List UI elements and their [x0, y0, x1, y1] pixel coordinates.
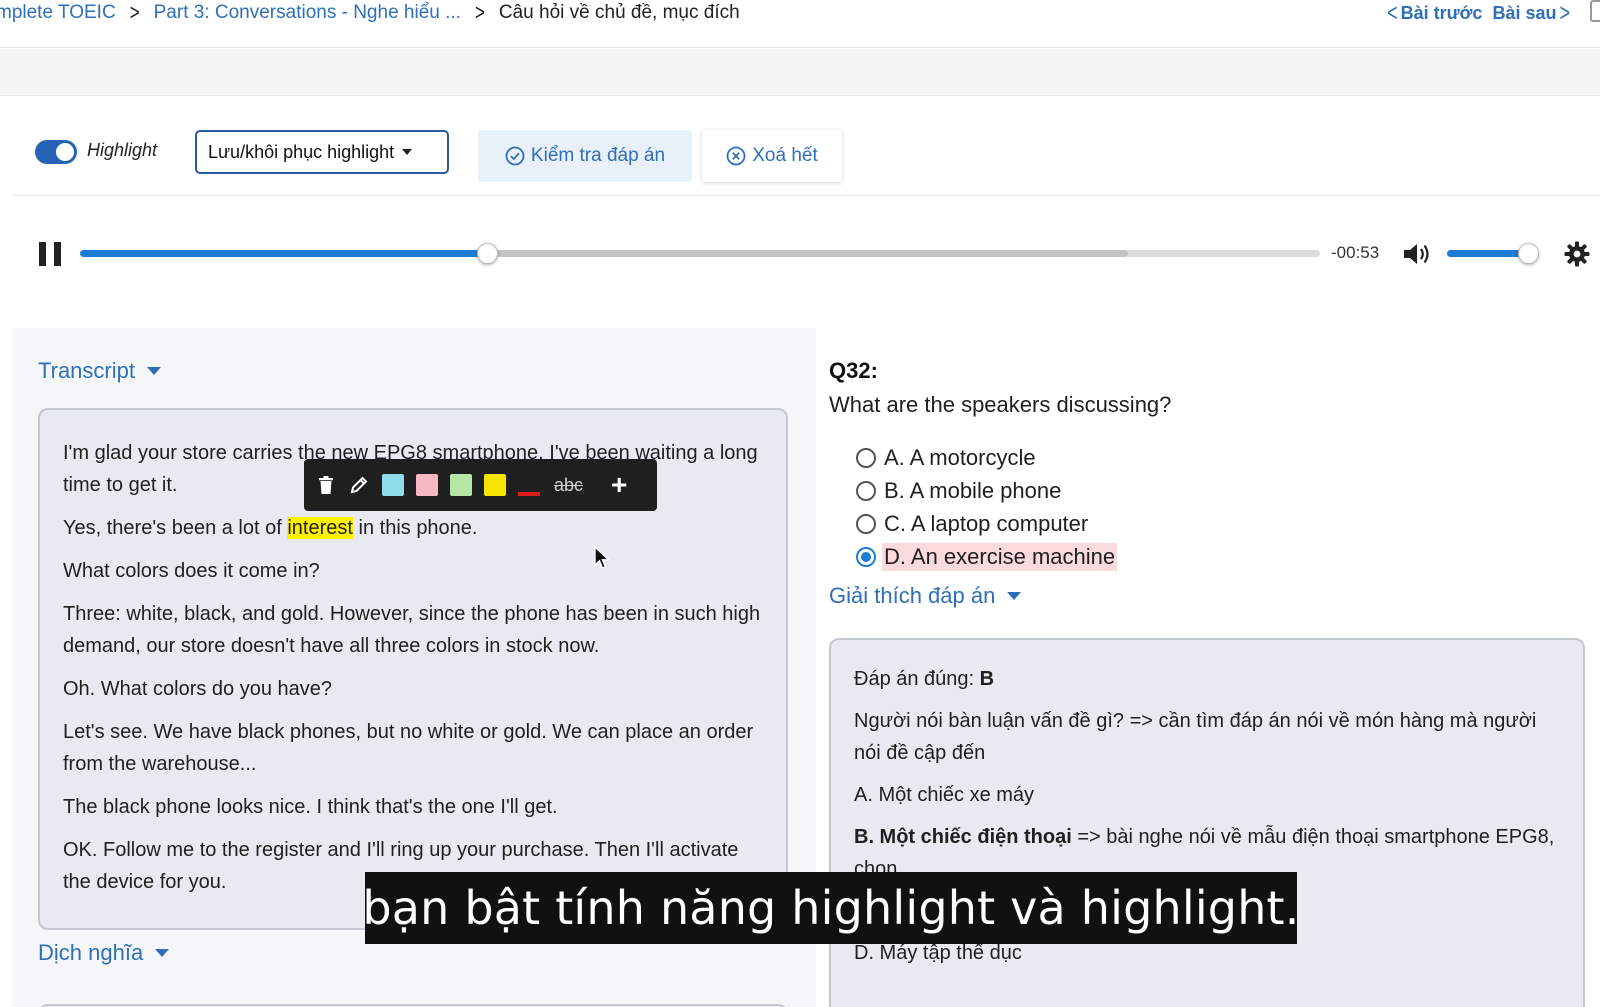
question-text: What are the speakers discussing?	[829, 392, 1172, 417]
prev-lesson-label: Bài trước	[1400, 2, 1483, 23]
explanation-bold: B. Một chiếc điện thoại	[854, 826, 1072, 848]
pause-icon[interactable]	[39, 242, 61, 266]
question-number: Q32:	[829, 358, 878, 383]
prev-lesson-link[interactable]: < Bài trước	[1387, 0, 1483, 26]
lesson-pager: < Bài trước Bài sau >	[1387, 0, 1570, 26]
video-subtitle: bạn bật tính năng highlight và highlight…	[362, 872, 1299, 944]
highlight-toolbar: Highlight Lưu/khôi phục highlight Kiểm t…	[12, 130, 1600, 196]
explanation-line: Người nói bàn luận vấn đề gì? => cần tìm…	[854, 710, 1537, 764]
clear-all-button[interactable]: Xoá hết	[702, 130, 842, 182]
transcript-text: Yes, there's been a lot of	[63, 517, 288, 539]
time-remaining: -00:53	[1331, 243, 1380, 262]
caret-down-icon	[146, 367, 161, 375]
answer-options: A. A motorcycle B. A mobile phone C. A l…	[856, 441, 1118, 573]
caret-down-icon	[402, 149, 413, 155]
option-c-label: C. A laptop computer	[884, 510, 1089, 536]
explanation-toggle-label: Giải thích đáp án	[829, 583, 996, 608]
transcript-toggle-label: Transcript	[38, 358, 135, 383]
option-b[interactable]: B. A mobile phone	[856, 474, 1117, 507]
check-answer-label: Kiểm tra đáp án	[530, 145, 666, 166]
gear-icon[interactable]	[1564, 241, 1590, 267]
strikethrough-option[interactable]: abc	[554, 475, 583, 496]
highlight-popup: abc +	[304, 459, 657, 511]
option-c-radio[interactable]	[856, 513, 876, 534]
transcript-line: Oh. What colors do you have?	[63, 678, 333, 700]
highlight-toggle[interactable]	[35, 140, 77, 164]
explanation-box: Đáp án đúng: B Người nói bàn luận vấn đề…	[829, 638, 1585, 1007]
chevron-left-icon: <	[1387, 0, 1398, 27]
option-a[interactable]: A. A motorcycle	[856, 441, 1117, 474]
trash-icon[interactable]	[316, 474, 336, 496]
underline-red-option[interactable]	[518, 474, 540, 496]
breadcrumb-course[interactable]: mplete TOEIC	[0, 2, 116, 24]
explanation-toggle[interactable]: Giải thích đáp án	[829, 583, 1022, 609]
header-stripe	[0, 49, 1600, 96]
caret-down-icon	[1007, 592, 1022, 600]
transcript-line: What colors does it come in?	[63, 560, 320, 582]
x-circle-icon	[726, 146, 746, 166]
plus-icon[interactable]: +	[611, 471, 627, 499]
audio-player: -00:53	[0, 232, 1600, 276]
option-a-radio[interactable]	[856, 447, 876, 468]
mouse-cursor-icon	[594, 546, 610, 569]
next-lesson-link[interactable]: Bài sau >	[1492, 0, 1570, 26]
highlight-color-green[interactable]	[450, 474, 472, 496]
correct-answer-value: B	[979, 668, 995, 690]
correct-answer-prefix: Đáp án đúng:	[854, 668, 980, 690]
transcript-toggle[interactable]: Transcript	[38, 358, 161, 384]
breadcrumb: mplete TOEIC > Part 3: Conversations - N…	[0, 0, 740, 26]
volume-icon[interactable]	[1402, 241, 1432, 267]
breadcrumb-current: Câu hỏi về chủ đề, mục đích	[498, 2, 740, 23]
caret-down-icon	[155, 949, 170, 957]
highlight-color-cyan[interactable]	[382, 474, 404, 496]
pencil-icon[interactable]	[349, 474, 369, 496]
transcript-line: Let's see. We have black phones, but no …	[63, 721, 754, 775]
chevron-right-icon: >	[474, 0, 485, 26]
chevron-right-icon: >	[129, 0, 140, 26]
window-edge	[1590, 0, 1600, 22]
option-c[interactable]: C. A laptop computer	[856, 507, 1117, 540]
save-restore-label: Lưu/khôi phục highlight	[208, 141, 395, 162]
option-d-radio[interactable]	[856, 546, 876, 567]
highlighted-word[interactable]: interest	[287, 517, 353, 539]
highlight-color-yellow[interactable]	[484, 474, 506, 496]
correct-answer-line: Đáp án đúng: B	[854, 663, 1561, 695]
transcript-line: Three: white, black, and gold. However, …	[63, 603, 761, 657]
next-lesson-label: Bài sau	[1492, 2, 1557, 23]
volume-slider[interactable]	[1447, 243, 1539, 264]
volume-level	[1447, 250, 1528, 257]
toggle-knob	[56, 143, 74, 161]
check-circle-icon	[505, 146, 525, 166]
chevron-right-icon: >	[1559, 0, 1570, 27]
option-a-label: A. A motorcycle	[884, 444, 1036, 470]
transcript-text: in this phone.	[352, 517, 478, 539]
translation-toggle[interactable]: Dịch nghĩa	[38, 940, 170, 966]
clear-all-label: Xoá hết	[752, 145, 818, 166]
seek-thumb[interactable]	[476, 243, 498, 264]
option-d[interactable]: D. An exercise machine	[856, 540, 1118, 573]
option-b-radio[interactable]	[856, 480, 876, 501]
breadcrumb-part[interactable]: Part 3: Conversations - Nghe hiểu ...	[154, 2, 461, 24]
seek-progress	[80, 250, 487, 257]
seek-bar[interactable]	[80, 243, 1320, 264]
option-d-label: D. An exercise machine	[882, 542, 1118, 571]
option-b-label: B. A mobile phone	[884, 477, 1062, 503]
check-answer-button[interactable]: Kiểm tra đáp án	[478, 130, 692, 182]
explanation-line: A. Một chiếc xe máy	[854, 784, 1035, 806]
highlight-toggle-label: Highlight	[87, 140, 158, 160]
top-bar: mplete TOEIC > Part 3: Conversations - N…	[0, 0, 1600, 48]
transcript-line: Yes, there's been a lot of interest in t…	[63, 512, 764, 544]
highlight-color-pink[interactable]	[416, 474, 438, 496]
save-restore-highlight-dropdown[interactable]: Lưu/khôi phục highlight	[195, 130, 449, 174]
volume-thumb[interactable]	[1518, 243, 1539, 264]
transcript-line: The black phone looks nice. I think that…	[63, 796, 558, 818]
translation-toggle-label: Dịch nghĩa	[38, 940, 144, 965]
